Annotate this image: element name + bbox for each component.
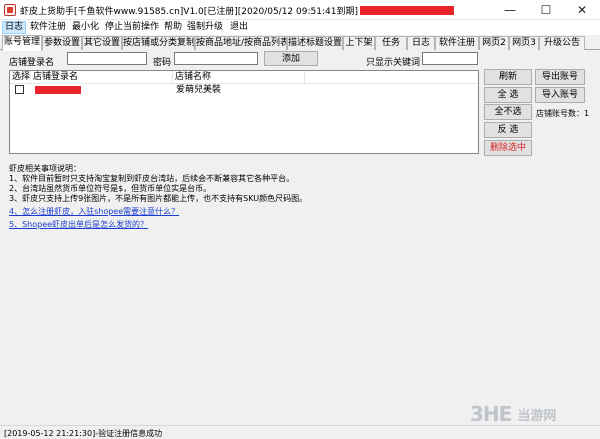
menu-bar: 日志 软件注册 最小化 停止当前操作 帮助 强制升级 退出 — [0, 20, 600, 35]
menu-force-upgrade[interactable]: 强制升级 — [185, 21, 225, 34]
watermark-logo: 3HE — [470, 402, 512, 426]
note-line: 3、虾皮只支持上传9张图片，不是所有图片都能上传，也不支持有SKU颜色尺码图。 — [9, 194, 308, 203]
window-title: 虾皮上货助手[千鱼软件www.91585.cn]V1.0[已注册][2020/0… — [20, 4, 454, 17]
redaction-bar — [359, 6, 454, 15]
column-select[interactable]: 选择 — [10, 71, 31, 84]
column-shop-name[interactable]: 店铺名称 — [173, 71, 305, 84]
refresh-button[interactable]: 刷新 — [484, 69, 532, 85]
notes-panel: 虾皮相关事项说明： 1、软件目前暂时只支持淘宝复制到虾皮台湾站，后续会不断兼容其… — [9, 164, 489, 230]
note-line: 1、软件目前暂时只支持淘宝复制到虾皮台湾站，后续会不断兼容其它各种平台。 — [9, 174, 295, 183]
column-shop-login[interactable]: 店铺登录名 — [31, 71, 173, 84]
watermark: 3HE 当游网 — [470, 402, 590, 426]
add-button[interactable]: 添加 — [264, 51, 318, 66]
watermark-text: 当游网 — [517, 408, 557, 424]
import-accounts-button[interactable]: 导入账号 — [535, 87, 585, 103]
export-accounts-button[interactable]: 导出账号 — [535, 69, 585, 85]
tab-other[interactable]: 其它设置 — [82, 36, 122, 50]
row-shop-name: 爱萌兒美裝 — [176, 85, 222, 95]
note-line: 2、台湾站虽然货币单位符号是$，但货币单位实是台币。 — [9, 184, 212, 193]
tab-by-product[interactable]: 按商品地址/按商品列表 — [195, 36, 287, 50]
row-checkbox[interactable] — [15, 85, 24, 94]
help-link-register[interactable]: 4、怎么注册虾皮，入驻shopee需要注意什么？ — [9, 207, 489, 217]
shop-login-label: 店铺登录名 — [9, 58, 55, 68]
menu-register[interactable]: 软件注册 — [28, 21, 68, 34]
status-log: [2019-05-12 21:21:30]-验证注册信息成功 — [4, 429, 163, 438]
grid-header: 选择 店铺登录名 店铺名称 — [10, 71, 478, 84]
notes-title: 虾皮相关事项说明： — [9, 164, 81, 173]
menu-exit[interactable]: 退出 — [228, 21, 250, 34]
password-label: 密码 — [153, 58, 172, 68]
menu-stop[interactable]: 停止当前操作 — [103, 21, 161, 34]
menu-minimize[interactable]: 最小化 — [70, 21, 101, 34]
deselect-all-button[interactable]: 全不选 — [484, 104, 532, 120]
status-bar: [2019-05-12 21:21:30]-验证注册信息成功 — [0, 425, 600, 439]
shop-login-input[interactable] — [67, 52, 147, 65]
redaction-bar — [35, 86, 81, 94]
password-input[interactable] — [174, 52, 258, 65]
help-link-shipping[interactable]: 5、Shopee虾皮出单后是怎么发货的？ — [9, 220, 489, 230]
maximize-button[interactable]: ☐ — [528, 0, 564, 20]
tab-log[interactable]: 日志 — [407, 36, 435, 50]
tab-web3[interactable]: 网页3 — [509, 36, 539, 50]
account-grid[interactable]: 选择 店铺登录名 店铺名称 爱萌兒美裝 — [9, 70, 479, 154]
menu-help[interactable]: 帮助 — [162, 21, 184, 34]
keyword-label: 只显示关键词 — [366, 58, 421, 68]
tab-strip: 账号管理 参数设置 其它设置 按店铺或分类复制 按商品地址/按商品列表 描述标题… — [0, 35, 600, 51]
minimize-button[interactable]: — — [492, 0, 528, 20]
keyword-input[interactable] — [422, 52, 478, 65]
select-all-button[interactable]: 全 选 — [484, 87, 532, 103]
title-bar: 虾皮上货助手[千鱼软件www.91585.cn]V1.0[已注册][2020/0… — [0, 0, 600, 20]
tab-title-desc[interactable]: 描述标题设置 — [287, 36, 343, 50]
table-row[interactable]: 爱萌兒美裝 — [10, 84, 478, 96]
app-icon — [4, 4, 16, 16]
shop-count-label: 店铺账号数：1 — [536, 109, 590, 118]
tab-web2[interactable]: 网页2 — [479, 36, 509, 50]
tab-announcement[interactable]: 升级公告 — [539, 36, 585, 50]
tab-params[interactable]: 参数设置 — [42, 36, 82, 50]
close-button[interactable]: ✕ — [564, 0, 600, 20]
tab-task[interactable]: 任务 — [375, 36, 407, 50]
tab-listing[interactable]: 上下架 — [343, 36, 375, 50]
invert-selection-button[interactable]: 反 选 — [484, 122, 532, 138]
tab-register[interactable]: 软件注册 — [435, 36, 479, 50]
tab-account[interactable]: 账号管理 — [2, 35, 42, 51]
tab-copy-by-shop[interactable]: 按店铺或分类复制 — [122, 36, 195, 50]
delete-selected-button[interactable]: 删除选中 — [484, 140, 532, 156]
menu-log[interactable]: 日志 — [2, 21, 27, 34]
